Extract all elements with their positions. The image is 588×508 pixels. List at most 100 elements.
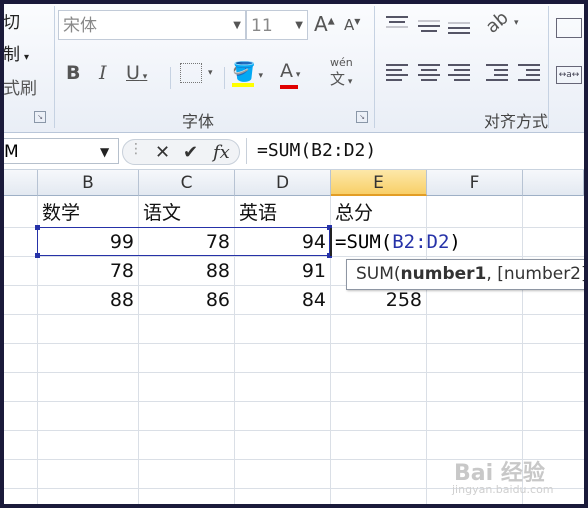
range-handle[interactable] xyxy=(35,253,40,258)
group-divider xyxy=(54,6,55,128)
cell-b3[interactable]: 78 xyxy=(38,257,138,285)
cell-text: 语文 xyxy=(143,202,182,224)
merge-center-icon[interactable]: ↔a↔ xyxy=(556,66,582,84)
alignment-group-label: 对齐方式 xyxy=(484,112,549,131)
align-left-button[interactable] xyxy=(386,64,408,84)
grid-line xyxy=(4,314,584,315)
decrease-indent-button[interactable] xyxy=(486,64,508,84)
cell-e1[interactable]: 总分 xyxy=(331,199,426,227)
paint-bucket-icon: 🪣 xyxy=(232,61,256,83)
cancel-icon[interactable]: ✕ xyxy=(155,142,170,163)
grid-line xyxy=(4,430,584,431)
cell-value: 84 xyxy=(301,289,326,311)
phonetic-char-icon: 文 xyxy=(330,70,346,88)
formula-buttons: ⋮ ✕ ✔ fx xyxy=(122,139,240,165)
insert-function-icon[interactable]: fx xyxy=(213,142,230,163)
column-header-c[interactable]: C xyxy=(139,170,235,196)
group-divider xyxy=(374,6,375,128)
cell-d3[interactable]: 91 xyxy=(235,257,330,285)
font-group-label: 字体 xyxy=(182,112,215,131)
name-box-value: M xyxy=(4,142,19,162)
font-size-combo[interactable]: 11 ▼ xyxy=(246,10,308,40)
grip-icon: ⋮ xyxy=(129,141,143,157)
format-painter-label: 格式刷 xyxy=(4,79,37,99)
fill-color-button[interactable]: 🪣 ▾ xyxy=(232,60,264,87)
tooltip-other-args: , [number2] xyxy=(486,264,584,284)
cell-c3[interactable]: 88 xyxy=(139,257,234,285)
clipboard-dialog-launcher-icon[interactable]: ↘ xyxy=(34,111,46,123)
grow-font-button[interactable]: A▲ xyxy=(314,12,335,36)
phonetic-icon: wén xyxy=(330,56,353,69)
formula-bar: M ▼ ⋮ ✕ ✔ fx =SUM(B2:D2) xyxy=(4,135,584,170)
column-header-f[interactable]: F xyxy=(427,170,523,196)
column-letter: D xyxy=(275,173,290,193)
phonetic-button[interactable]: wén 文 ▾ xyxy=(330,56,353,89)
copy-button[interactable]: 复制 ▾ xyxy=(4,40,29,65)
orientation-icon[interactable]: ab xyxy=(482,7,513,38)
cell-d1[interactable]: 英语 xyxy=(235,199,330,227)
cell-value: 88 xyxy=(205,260,230,282)
tooltip-current-arg: number1 xyxy=(400,264,487,284)
cut-label: 剪切 xyxy=(4,13,20,33)
top-align-button[interactable] xyxy=(386,16,408,31)
bottom-align-button[interactable] xyxy=(448,22,470,37)
column-header-d[interactable]: D xyxy=(235,170,331,196)
shrink-font-icon: A xyxy=(344,16,355,34)
bold-button[interactable]: B xyxy=(66,62,80,84)
enter-icon[interactable]: ✔ xyxy=(183,142,198,163)
increase-indent-button[interactable] xyxy=(518,64,540,84)
align-center-button[interactable] xyxy=(418,64,440,84)
grow-font-icon: A xyxy=(314,12,328,36)
column-header-b[interactable]: B xyxy=(38,170,139,196)
chevron-down-icon[interactable]: ▾ xyxy=(208,68,213,78)
column-header-e[interactable]: E xyxy=(331,170,427,196)
row-header-corner xyxy=(4,170,38,196)
align-right-button[interactable] xyxy=(448,64,470,84)
chevron-down-icon[interactable]: ▾ xyxy=(293,70,301,80)
wrap-text-icon[interactable] xyxy=(556,18,582,38)
cell-value: 258 xyxy=(385,289,422,311)
cut-button[interactable]: 剪切 xyxy=(4,8,20,33)
middle-align-button[interactable] xyxy=(418,20,440,35)
bold-icon: B xyxy=(66,62,81,84)
worksheet-grid[interactable]: B C D E F 数学 语文 英语 总分 99 78 94 78 88 91 xyxy=(4,170,584,504)
cell-text: 数学 xyxy=(42,202,81,224)
cell-b1[interactable]: 数学 xyxy=(38,199,138,227)
borders-button[interactable] xyxy=(180,63,202,83)
cell-c1[interactable]: 语文 xyxy=(139,199,234,227)
cell-c4[interactable]: 86 xyxy=(139,286,234,314)
column-letter: C xyxy=(180,173,193,193)
font-color-button[interactable]: A ▾ xyxy=(280,60,301,89)
italic-button[interactable]: I xyxy=(99,62,107,84)
cell-d4[interactable]: 84 xyxy=(235,286,330,314)
range-handle[interactable] xyxy=(35,225,40,230)
font-dialog-launcher-icon[interactable]: ↘ xyxy=(356,111,368,123)
font-color-icon: A xyxy=(280,60,293,82)
chevron-down-icon[interactable]: ▾ xyxy=(514,18,519,28)
formula-input[interactable]: =SUM(B2:D2) xyxy=(246,138,584,164)
font-size-value: 11 xyxy=(251,16,273,36)
copy-dropdown-icon[interactable]: ▾ xyxy=(24,52,29,63)
chevron-down-icon[interactable]: ▾ xyxy=(345,77,353,87)
cell-e4[interactable]: 258 xyxy=(331,286,426,314)
chevron-down-icon[interactable]: ▼ xyxy=(100,145,109,159)
formula-reference: B2:D2 xyxy=(392,231,450,253)
chevron-down-icon[interactable]: ▼ xyxy=(233,11,241,41)
column-header-g[interactable] xyxy=(523,170,584,196)
formula-text: =SUM(B2:D2) xyxy=(257,140,377,161)
tooltip-function: SUM( xyxy=(356,264,401,284)
chevron-down-icon[interactable]: ▾ xyxy=(140,72,148,82)
column-letter: B xyxy=(82,173,94,193)
underline-button[interactable]: U ▾ xyxy=(126,62,147,84)
cell-e2-editor[interactable]: =SUM(B2:D2) xyxy=(330,228,461,256)
shrink-font-button[interactable]: A▼ xyxy=(344,16,360,34)
cell-b4[interactable]: 88 xyxy=(38,286,138,314)
chevron-down-icon[interactable]: ▾ xyxy=(256,71,264,81)
function-tooltip[interactable]: SUM(number1, [number2] xyxy=(346,259,584,290)
format-painter-button[interactable]: 格式刷 xyxy=(4,74,37,99)
font-name-combo[interactable]: 宋体 ▼ xyxy=(58,10,246,40)
watermark-url-text: jingyan.baidu.com xyxy=(452,483,554,496)
grid-line xyxy=(4,401,584,402)
chevron-down-icon[interactable]: ▼ xyxy=(295,11,303,41)
ribbon: 剪切 复制 ▾ 格式刷 ↘ 宋体 ▼ 11 ▼ A▲ A▼ B I U ▾ ▾ 🪣 ▾… xyxy=(4,4,584,133)
